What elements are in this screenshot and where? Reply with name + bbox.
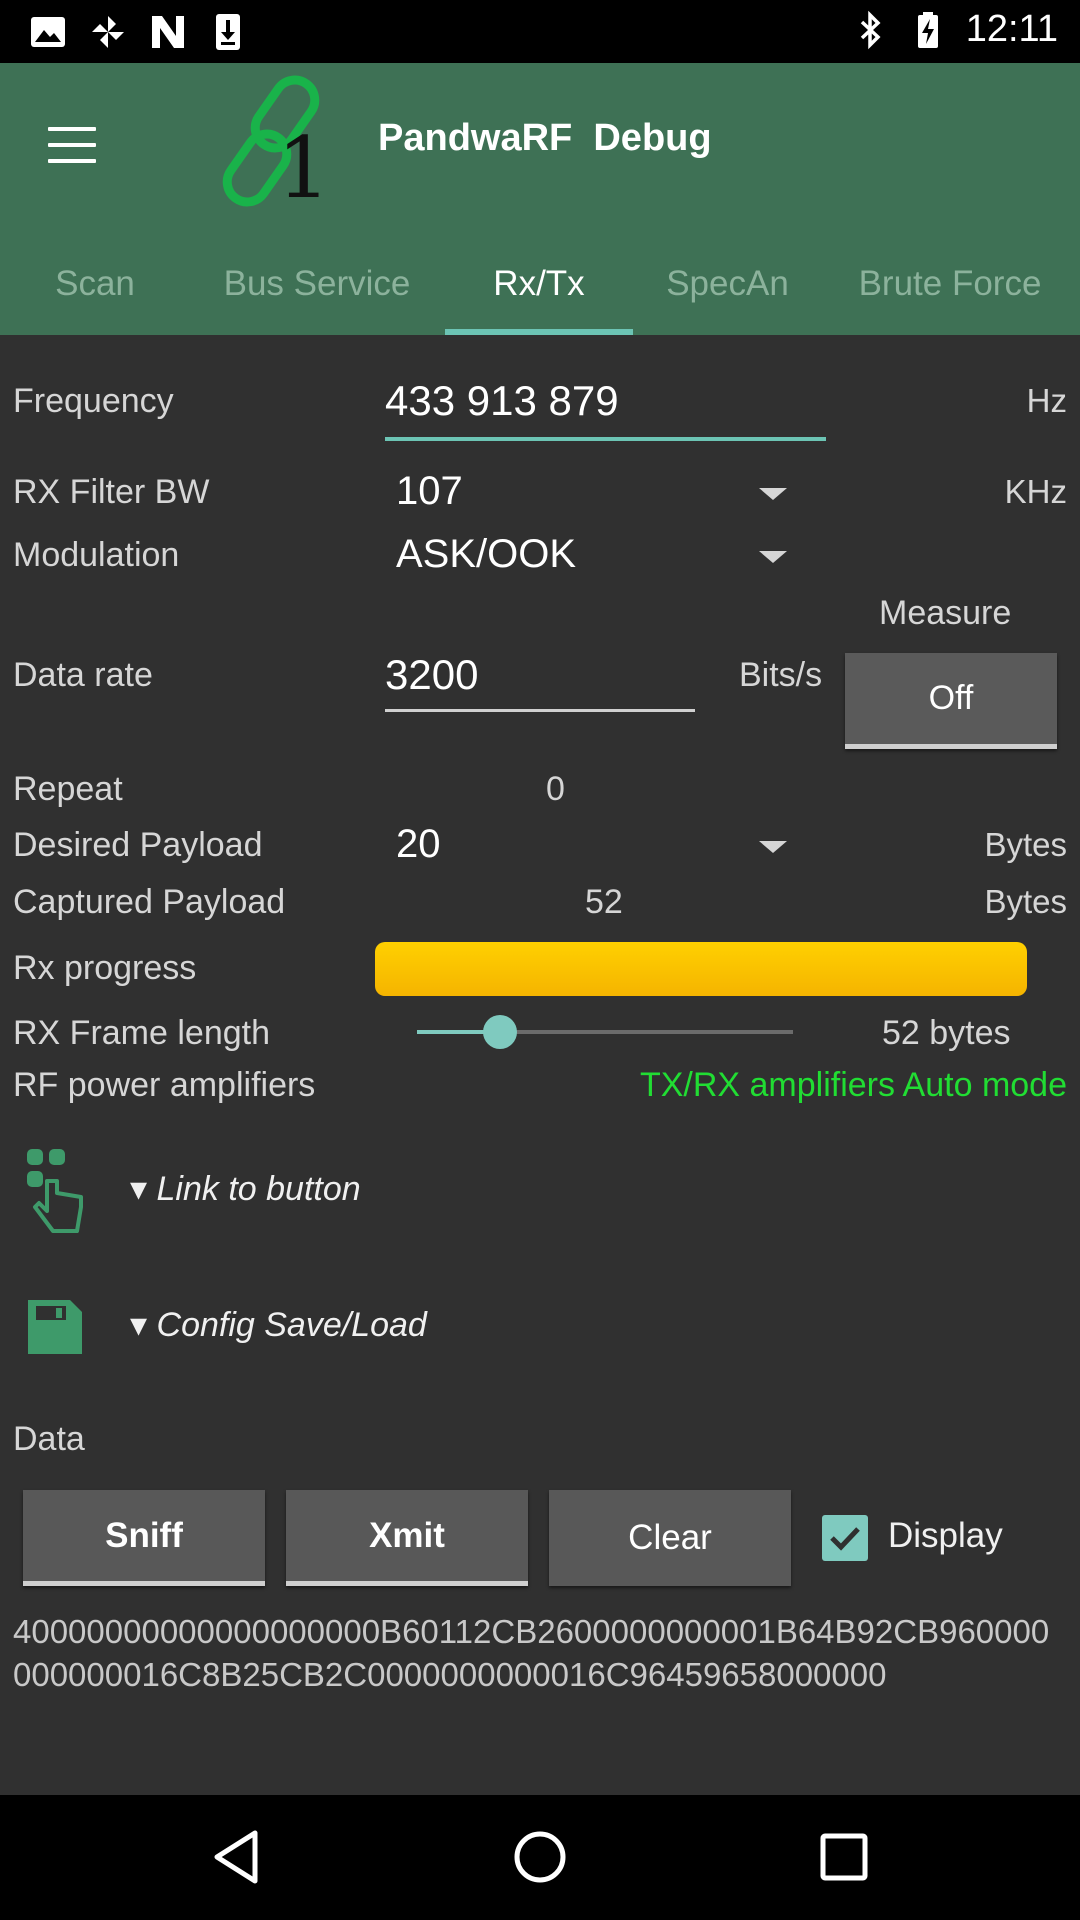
modulation-label: Modulation [13,536,180,574]
rx-frame-length-value: 52 bytes [882,1014,1011,1052]
back-icon[interactable] [205,1825,269,1889]
battery-charging-icon [917,11,938,48]
repeat-value: 0 [546,770,565,808]
menu-button[interactable] [40,113,104,177]
system-icons: 12:11 [850,8,1058,51]
rx-progress-bar [375,942,1027,996]
modulation-dropdown[interactable]: ASK/OOK [396,532,576,577]
home-icon[interactable] [508,1825,572,1889]
pinwheel-icon [92,16,124,48]
rf-power-label: RF power amplifiers [13,1066,316,1104]
display-checkbox[interactable] [822,1515,868,1561]
app-logo: 1 [222,75,330,217]
tab-specan[interactable]: SpecAn [645,233,810,335]
recents-icon[interactable] [812,1825,876,1889]
desired-payload-label: Desired Payload [13,826,263,864]
rf-power-status: TX/RX amplifiers Auto mode [639,1066,1067,1104]
rx-filter-bw-label: RX Filter BW [13,473,210,511]
captured-payload-value: 52 [585,883,623,921]
tab-bar: Scan Bus Service Rx/Tx SpecAn Brute Forc… [0,233,1080,335]
frequency-label: Frequency [13,382,174,420]
rx-tx-panel: Frequency 433 913 879 Hz RX Filter BW 10… [0,335,1080,1795]
measure-label: Measure [879,594,1012,632]
tab-scan[interactable]: Scan [0,233,190,335]
slider-thumb[interactable] [482,1015,517,1049]
link-to-button-expander[interactable]: ▾ Link to button [130,1169,361,1209]
tab-rx-tx[interactable]: Rx/Tx [445,233,633,335]
data-rate-input-underline [385,709,695,712]
rx-filter-bw-dropdown[interactable]: 107 [396,469,463,514]
logo-glyph: 1 [277,119,330,217]
sniff-button[interactable]: Sniff [23,1490,265,1586]
navigation-bar [0,1795,1080,1920]
data-rate-input[interactable]: 3200 [385,651,478,699]
rx-progress-label: Rx progress [13,949,197,987]
rx-frame-length-slider[interactable] [417,1015,793,1049]
app-title: PandwaRF Debug [378,117,712,159]
floppy-disk-icon [28,1300,82,1354]
download-icon [216,14,240,50]
data-rate-unit: Bits/s [739,656,823,694]
clear-button[interactable]: Clear [549,1490,791,1586]
frequency-unit: Hz [1026,382,1067,419]
desired-payload-unit: Bytes [984,826,1067,863]
bluetooth-icon [860,10,881,49]
modulation-chevron-down-icon[interactable] [759,551,787,563]
repeat-label: Repeat [13,770,123,808]
xmit-button[interactable]: Xmit [286,1490,528,1586]
app-bar: 1 PandwaRF Debug Scan Bus Service Rx/Tx … [0,63,1080,335]
data-rate-label: Data rate [13,656,153,694]
desired-payload-dropdown[interactable]: 20 [396,822,441,867]
rx-frame-length-label: RX Frame length [13,1014,270,1052]
tab-brute-force[interactable]: Brute Force [830,233,1070,335]
rx-filter-bw-unit: KHz [1004,473,1067,510]
checkmark-icon [830,1527,860,1551]
touch-icon [27,1149,83,1233]
captured-payload-label: Captured Payload [13,883,286,921]
status-bar: 12:11 [0,0,1080,63]
desired-payload-chevron-down-icon[interactable] [759,841,787,853]
tab-bus-service[interactable]: Bus Service [200,233,434,335]
captured-payload-unit: Bytes [984,883,1067,920]
measure-toggle-button[interactable]: Off [845,653,1057,749]
image-icon [31,17,65,47]
notification-icons [28,12,248,52]
config-save-load-expander[interactable]: ▾ Config Save/Load [130,1305,427,1345]
display-checkbox-label[interactable]: Display [888,1516,1003,1556]
n-logo-icon [152,16,184,48]
captured-data-text: 40000000000000000000B60112CB260000000000… [13,1613,1050,1693]
rx-filter-bw-chevron-down-icon[interactable] [759,488,787,500]
clock: 12:11 [965,8,1058,50]
frequency-input-underline [385,437,826,441]
frequency-input[interactable]: 433 913 879 [385,377,619,425]
data-label: Data [13,1420,85,1458]
